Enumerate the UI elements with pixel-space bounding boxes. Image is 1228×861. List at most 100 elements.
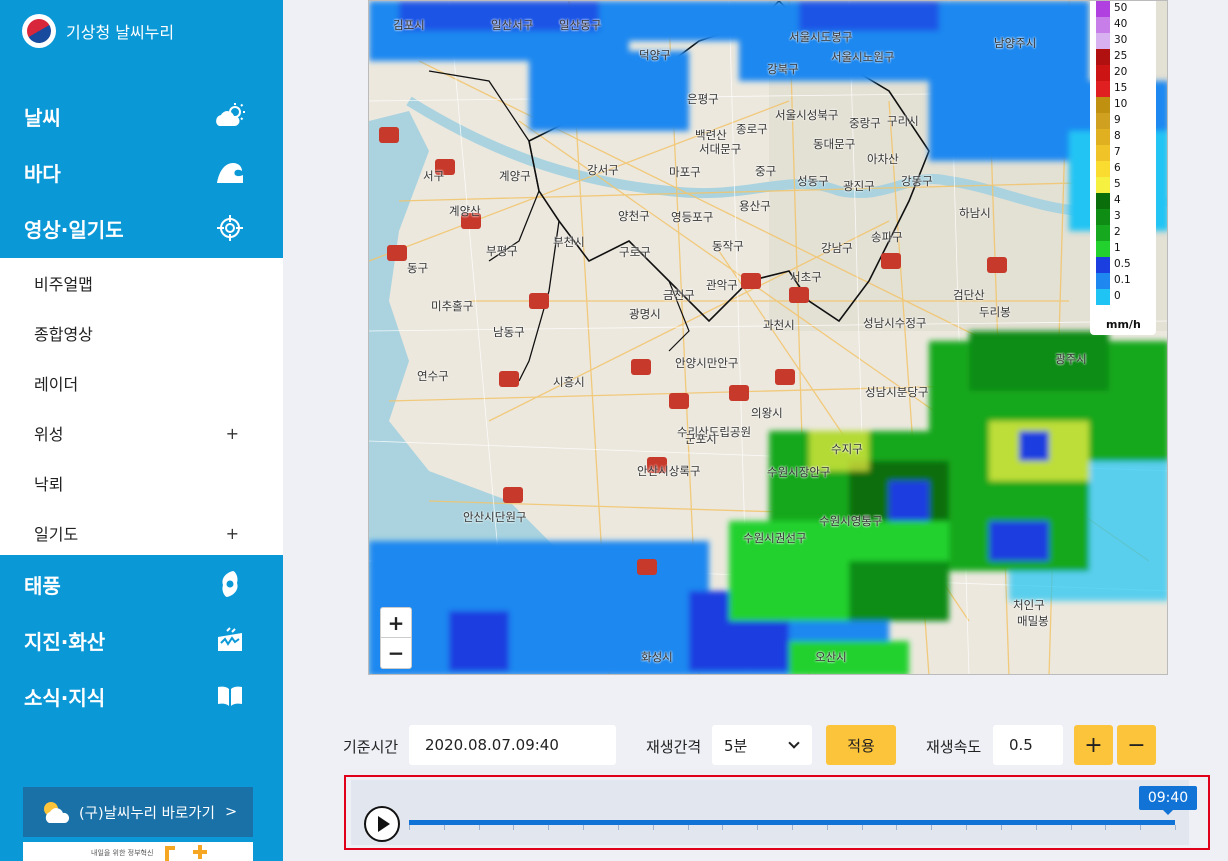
legend-swatch — [1096, 49, 1110, 65]
legend-value: 20 — [1114, 66, 1128, 78]
legend-swatch — [1096, 129, 1110, 145]
place-label: 두리봉 — [979, 305, 1011, 319]
place-label: 아차산 — [867, 152, 899, 166]
zoom-out-button[interactable]: − — [381, 638, 411, 668]
timeline-panel: 09:40 — [344, 775, 1210, 850]
submenu: 비주얼맵 종합영상 레이더 위성 + 낙뢰 일기도 + — [0, 258, 283, 555]
plus-mark-icon — [193, 845, 207, 859]
submenu-item-satellite[interactable]: 위성 + — [0, 408, 283, 458]
place-label: 서대문구 — [699, 142, 742, 156]
legend-value: 15 — [1114, 82, 1128, 94]
submenu-item-visual-map[interactable]: 비주얼맵 — [0, 258, 283, 308]
submenu-item-composite[interactable]: 종합영상 — [0, 308, 283, 358]
wave-icon — [213, 157, 247, 187]
banner-mark-icon — [165, 846, 175, 861]
interval-select[interactable]: 5분 — [712, 725, 812, 765]
typhoon-icon — [213, 569, 247, 599]
book-icon — [213, 681, 247, 711]
place-label: 안산시단원구 — [463, 510, 527, 524]
menu-ocean[interactable]: 바다 — [0, 144, 283, 200]
legend-value: 5 — [1114, 178, 1121, 190]
timeline-tick — [896, 825, 897, 830]
menu-label: 태풍 — [24, 573, 61, 598]
legend-swatch — [1096, 17, 1110, 33]
timeline-track[interactable] — [409, 820, 1176, 830]
current-time-marker[interactable]: 09:40 — [1139, 786, 1197, 815]
radar-map[interactable]: 김포시 일산서구 일산동구 덕양구 서울시도봉구 서울시노원구 남양주시 강북구… — [368, 0, 1168, 675]
interval-value: 5분 — [724, 736, 748, 755]
place-label: 종로구 — [736, 122, 768, 136]
zoom-control: + − — [380, 607, 412, 669]
legend-value: 3 — [1114, 210, 1121, 222]
legend-row: 15 — [1096, 81, 1152, 97]
expand-icon[interactable]: + — [226, 424, 239, 443]
speed-down-button[interactable]: − — [1117, 725, 1156, 765]
legend-row: 0.1 — [1096, 273, 1152, 289]
place-label: 동구 — [407, 261, 429, 275]
submenu-label: 비주얼맵 — [34, 275, 93, 294]
timeline-tick — [583, 825, 584, 830]
place-label: 오산시 — [815, 650, 847, 664]
timeline-tick — [966, 825, 967, 830]
submenu-label: 일기도 — [34, 525, 79, 544]
place-label: 서울시도봉구 — [789, 30, 853, 44]
play-button[interactable] — [364, 806, 400, 842]
speed-up-button[interactable]: + — [1074, 725, 1113, 765]
menu-earthquake[interactable]: 지진·화산 — [0, 612, 283, 668]
menu-label: 지진·화산 — [24, 629, 106, 654]
place-label: 서울시노원구 — [831, 50, 895, 64]
timeline-tick — [757, 825, 758, 830]
place-label: 수원시권선구 — [743, 531, 807, 545]
place-label: 부평구 — [486, 244, 518, 258]
place-label: 양천구 — [618, 209, 650, 223]
gov-innovation-banner[interactable]: 내일을 위한 정부혁신 — [23, 842, 253, 861]
base-time-input[interactable]: 2020.08.07.09:40 — [409, 725, 616, 765]
chevron-right-icon: > — [224, 804, 238, 820]
submenu-item-weather-chart[interactable]: 일기도 + — [0, 508, 283, 558]
legend-row: 4 — [1096, 193, 1152, 209]
legend-row: 50 — [1096, 1, 1152, 17]
legend-row: 1 — [1096, 241, 1152, 257]
place-label: 남양주시 — [994, 36, 1037, 50]
menu-label: 소식·지식 — [24, 685, 106, 710]
speed-label: 재생속도 — [926, 738, 982, 756]
legend-value: 7 — [1114, 146, 1121, 158]
banner-text: 내일을 위한 정부혁신 — [91, 849, 154, 857]
legend-row: 20 — [1096, 65, 1152, 81]
timeline-tick — [1140, 825, 1141, 830]
expand-icon[interactable]: + — [226, 524, 239, 543]
legend-swatch — [1096, 257, 1110, 273]
zoom-in-button[interactable]: + — [381, 608, 411, 638]
map-canvas — [369, 1, 1167, 674]
submenu-item-lightning[interactable]: 낙뢰 — [0, 458, 283, 508]
menu-weather[interactable]: 날씨 — [0, 88, 283, 144]
menu-imagery[interactable]: 영상·일기도 — [0, 200, 283, 256]
menu-typhoon[interactable]: 태풍 — [0, 556, 283, 612]
submenu-label: 위성 — [34, 425, 64, 444]
old-site-link[interactable]: (구)날씨누리 바로가기 > — [23, 787, 253, 837]
place-label: 수원시영통구 — [819, 514, 883, 528]
apply-button[interactable]: 적용 — [826, 725, 896, 765]
legend-swatch — [1096, 225, 1110, 241]
legend-row: 25 — [1096, 49, 1152, 65]
legend-value: 9 — [1114, 114, 1121, 126]
speed-input[interactable]: 0.5 — [993, 725, 1063, 765]
place-label: 용산구 — [739, 199, 771, 213]
place-label: 강북구 — [767, 62, 799, 76]
legend-row: 9 — [1096, 113, 1152, 129]
menu-news[interactable]: 소식·지식 — [0, 668, 283, 724]
kma-emblem-icon — [22, 14, 56, 48]
legend-row: 8 — [1096, 129, 1152, 145]
place-label: 김포시 — [393, 18, 425, 32]
place-label: 서초구 — [790, 270, 822, 284]
place-label: 성동구 — [797, 174, 829, 188]
legend-value: 4 — [1114, 194, 1121, 206]
place-label: 강동구 — [901, 174, 933, 188]
submenu-item-radar[interactable]: 레이더 — [0, 358, 283, 408]
legend-row: 6 — [1096, 161, 1152, 177]
timeline-tick — [1105, 825, 1106, 830]
place-label: 부천시 — [553, 235, 585, 249]
legend-value: 40 — [1114, 18, 1128, 30]
place-label: 중랑구 — [849, 116, 881, 130]
logo[interactable]: 기상청 날씨누리 — [22, 14, 174, 48]
